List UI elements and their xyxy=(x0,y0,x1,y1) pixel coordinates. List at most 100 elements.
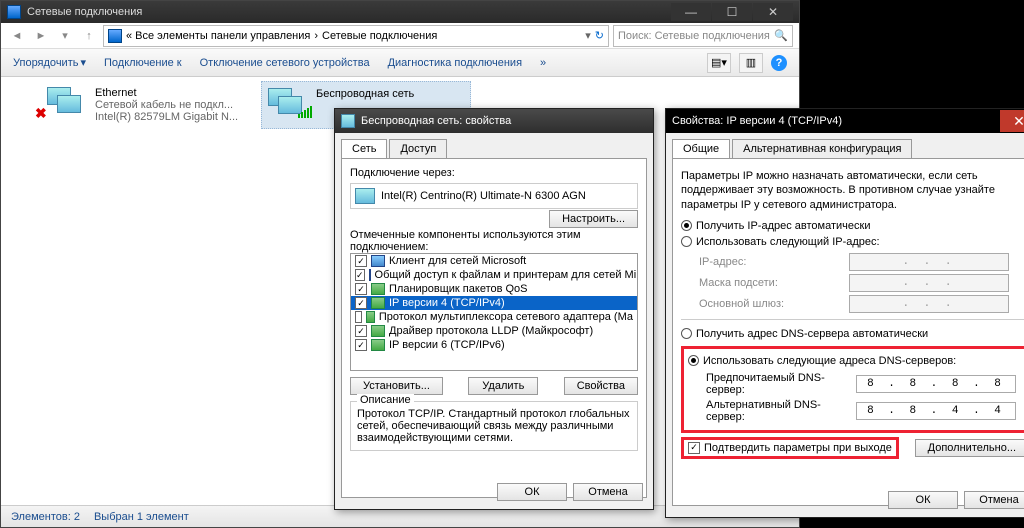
view-options-button[interactable]: ▤▾ xyxy=(707,53,731,73)
advanced-button[interactable]: Дополнительно... xyxy=(915,439,1024,457)
dialog-icon xyxy=(341,114,355,128)
ok-button[interactable]: ОК xyxy=(888,491,958,509)
signal-bars-icon xyxy=(298,106,312,118)
description-text: Протокол TCP/IP. Стандартный протокол гл… xyxy=(357,408,630,444)
dialog-title: Беспроводная сеть: свойства xyxy=(361,115,511,127)
adapter-icon xyxy=(355,188,375,204)
disable-device-button[interactable]: Отключение сетевого устройства xyxy=(200,57,370,69)
breadcrumb-part[interactable]: « Все элементы панели управления xyxy=(126,30,310,42)
search-placeholder: Поиск: Сетевые подключения xyxy=(618,30,770,42)
dropdown-history-button[interactable]: ▾ xyxy=(55,26,75,46)
breadcrumb-part[interactable]: Сетевые подключения xyxy=(322,30,437,42)
up-button[interactable]: ↑ xyxy=(79,26,99,46)
radio-ip-auto[interactable]: Получить IP-адрес автоматически xyxy=(681,218,1024,234)
search-input[interactable]: Поиск: Сетевые подключения 🔍 xyxy=(613,25,793,47)
tab-general[interactable]: Общие xyxy=(672,139,730,158)
tab-alt-config[interactable]: Альтернативная конфигурация xyxy=(732,139,912,158)
location-icon xyxy=(108,29,122,43)
tab-body: Параметры IP можно назначать автоматичес… xyxy=(672,158,1024,506)
organize-menu[interactable]: Упорядочить ▾ xyxy=(13,56,86,69)
close-button[interactable]: ✕ xyxy=(1000,110,1024,132)
ok-button[interactable]: ОК xyxy=(497,483,567,501)
maximize-button[interactable]: ☐ xyxy=(712,3,752,21)
preferred-dns-label: Предпочитаемый DNS-сервер: xyxy=(706,372,856,396)
highlight-dns-section: Использовать следующие адреса DNS-сервер… xyxy=(681,346,1024,433)
adapter-name: Intel(R) Centrino(R) Ultimate-N 6300 AGN xyxy=(381,190,586,202)
list-item[interactable]: ✓Клиент для сетей Microsoft xyxy=(351,254,637,268)
titlebar[interactable]: Сетевые подключения — ☐ ✕ xyxy=(1,1,799,23)
tab-strip: Сеть Доступ xyxy=(335,133,653,158)
description-label: Описание xyxy=(357,394,414,406)
more-chevron-icon[interactable]: » xyxy=(540,57,546,69)
validate-checkbox[interactable]: ✓ xyxy=(688,442,700,454)
item-title: Беспроводная сеть xyxy=(316,88,414,100)
refresh-icon[interactable]: ↻ xyxy=(595,29,604,42)
radio-dns-manual[interactable]: Использовать следующие адреса DNS-сервер… xyxy=(688,353,1022,369)
adapter-box: Intel(R) Centrino(R) Ultimate-N 6300 AGN xyxy=(350,183,638,209)
radio-ip-manual[interactable]: Использовать следующий IP-адрес: xyxy=(681,234,1024,250)
install-button[interactable]: Установить... xyxy=(350,377,443,395)
cancel-button[interactable]: Отмена xyxy=(573,483,643,501)
network-item-ethernet[interactable]: ✖ Ethernet Сетевой кабель не подкл... In… xyxy=(41,81,251,129)
dialog-titlebar[interactable]: Беспроводная сеть: свойства xyxy=(335,109,653,133)
wireless-icon xyxy=(268,88,308,122)
list-item[interactable]: ✓Драйвер протокола LLDP (Майкрософт) xyxy=(351,324,637,338)
subnet-mask-label: Маска подсети: xyxy=(699,277,849,289)
dialog-titlebar[interactable]: Свойства: IP версии 4 (TCP/IPv4) ✕ xyxy=(666,109,1024,133)
connect-to-button[interactable]: Подключение к xyxy=(104,57,182,69)
wireless-properties-dialog: Беспроводная сеть: свойства Сеть Доступ … xyxy=(334,108,654,510)
info-text: Параметры IP можно назначать автоматичес… xyxy=(681,167,1024,218)
forward-button[interactable]: ► xyxy=(31,26,51,46)
preview-pane-button[interactable]: ▥ xyxy=(739,53,763,73)
ethernet-icon: ✖ xyxy=(47,87,87,121)
back-button[interactable]: ◄ xyxy=(7,26,27,46)
tab-network[interactable]: Сеть xyxy=(341,139,387,158)
ip-address-input: . . . xyxy=(849,253,1009,271)
alternate-dns-input[interactable]: 8 . 8 . 4 . 4 xyxy=(856,402,1016,420)
configure-button[interactable]: Настроить... xyxy=(549,210,638,228)
status-count: Элементов: 2 xyxy=(11,511,80,523)
radio-dns-auto[interactable]: Получить адрес DNS-сервера автоматически xyxy=(681,326,1024,342)
properties-button[interactable]: Свойства xyxy=(564,377,638,395)
gateway-label: Основной шлюз: xyxy=(699,298,849,310)
list-item[interactable]: Протокол мультиплексора сетевого адаптер… xyxy=(351,310,637,324)
preferred-dns-input[interactable]: 8 . 8 . 8 . 8 xyxy=(856,375,1016,393)
validate-label: Подтвердить параметры при выходе xyxy=(704,442,892,454)
tab-access[interactable]: Доступ xyxy=(389,139,447,158)
item-status: Сетевой кабель не подкл... xyxy=(95,99,238,111)
toolbar: Упорядочить ▾ Подключение к Отключение с… xyxy=(1,49,799,77)
tab-strip: Общие Альтернативная конфигурация xyxy=(666,133,1024,158)
close-button[interactable]: ✕ xyxy=(753,3,793,21)
list-item[interactable]: ✓Общий доступ к файлам и принтерам для с… xyxy=(351,268,637,282)
minimize-button[interactable]: — xyxy=(671,3,711,21)
list-item[interactable]: ✓IP версии 6 (TCP/IPv6) xyxy=(351,338,637,352)
tab-body: Подключение через: Intel(R) Centrino(R) … xyxy=(341,158,647,498)
highlight-validate-checkbox: ✓ Подтвердить параметры при выходе xyxy=(681,437,899,459)
nav-row: ◄ ► ▾ ↑ « Все элементы панели управления… xyxy=(1,23,799,49)
dialog-title: Свойства: IP версии 4 (TCP/IPv4) xyxy=(672,115,842,127)
help-button[interactable]: ? xyxy=(771,55,787,71)
error-x-icon: ✖ xyxy=(35,105,47,122)
description-box: Описание Протокол TCP/IP. Стандартный пр… xyxy=(350,401,638,451)
window-title: Сетевые подключения xyxy=(27,6,142,18)
item-device: Intel(R) 82579LM Gigabit N... xyxy=(95,111,238,123)
status-selected: Выбран 1 элемент xyxy=(94,511,189,523)
breadcrumb-sep: › xyxy=(314,30,318,42)
item-title: Ethernet xyxy=(95,87,238,99)
components-label: Отмеченные компоненты используются этим … xyxy=(350,229,638,253)
ip-address-label: IP-адрес: xyxy=(699,256,849,268)
list-item[interactable]: ✓Планировщик пакетов QoS xyxy=(351,282,637,296)
search-icon: 🔍 xyxy=(774,29,788,42)
gateway-input: . . . xyxy=(849,295,1009,313)
address-bar[interactable]: « Все элементы панели управления › Сетев… xyxy=(103,25,609,47)
alternate-dns-label: Альтернативный DNS-сервер: xyxy=(706,399,856,423)
cancel-button[interactable]: Отмена xyxy=(964,491,1024,509)
diagnose-button[interactable]: Диагностика подключения xyxy=(388,57,522,69)
dropdown-icon[interactable]: ▾ xyxy=(585,29,591,42)
components-list[interactable]: ✓Клиент для сетей Microsoft ✓Общий досту… xyxy=(350,253,638,371)
uninstall-button[interactable]: Удалить xyxy=(468,377,538,395)
connect-via-label: Подключение через: xyxy=(350,167,638,179)
subnet-mask-input: . . . xyxy=(849,274,1009,292)
list-item-selected[interactable]: ✓IP версии 4 (TCP/IPv4) xyxy=(351,296,637,310)
ipv4-properties-dialog: Свойства: IP версии 4 (TCP/IPv4) ✕ Общие… xyxy=(665,108,1024,518)
